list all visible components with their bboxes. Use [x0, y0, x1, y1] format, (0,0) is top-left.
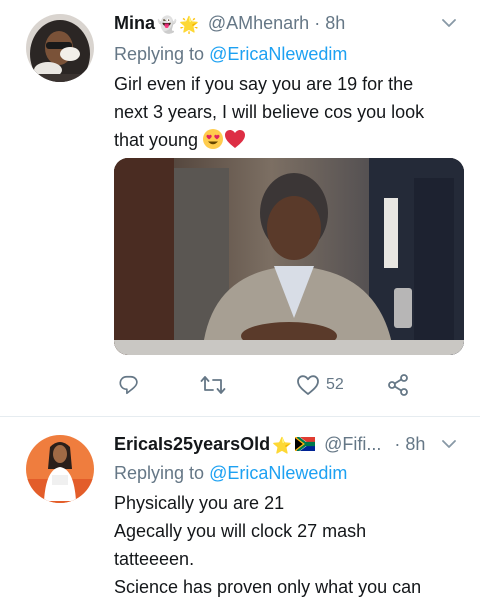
- avatar[interactable]: [26, 14, 94, 82]
- tweet-header: Mina 👻 🌟 @AMhenarh · 8h: [114, 12, 345, 37]
- user-handle[interactable]: @Fifi...: [324, 434, 381, 454]
- tweet-text: Physically you are 21 Agecally you will …: [114, 489, 464, 601]
- timestamp[interactable]: 8h: [405, 434, 425, 454]
- reply-button[interactable]: [118, 372, 146, 398]
- tweet-media-photo[interactable]: [114, 158, 464, 355]
- tweet-card[interactable]: EricaIs25yearsOld ⭐ @Fifi... · 8h Replyin…: [0, 417, 480, 597]
- avatar[interactable]: [26, 435, 94, 503]
- share-icon: [388, 374, 408, 396]
- replying-to: Replying to @EricaNlewedim: [114, 43, 347, 65]
- tweet-text-line: Girl even if you say you are 19 for the: [114, 74, 414, 94]
- photo-image: [114, 158, 464, 355]
- tweet-header: EricaIs25yearsOld ⭐ @Fifi... · 8h: [114, 433, 425, 458]
- retweet-button[interactable]: [200, 372, 232, 398]
- mention-link[interactable]: @EricaNlewedim: [209, 44, 347, 64]
- tweet-text-line: tatteeeen.: [114, 549, 195, 569]
- tweet-card[interactable]: Mina 👻 🌟 @AMhenarh · 8h Replying to @Erica…: [0, 0, 480, 416]
- timestamp[interactable]: 8h: [325, 13, 345, 33]
- tweet-actions: 52: [0, 372, 480, 402]
- tweet-text: Girl even if you say you are 19 for the …: [114, 70, 464, 154]
- replying-to-prefix: Replying to: [114, 463, 210, 483]
- ghost-emoji-icon: 👻: [157, 17, 177, 34]
- tweet-text-line: next 3 years, I will believe cos you loo…: [114, 102, 425, 122]
- replying-to: Replying to @EricaNlewedim: [114, 462, 347, 484]
- replying-to-prefix: Replying to: [114, 44, 210, 64]
- share-button[interactable]: [386, 372, 410, 398]
- red-heart-emoji-icon: [225, 130, 246, 148]
- south-africa-flag-icon: [295, 437, 316, 451]
- display-name[interactable]: EricaIs25yearsOld: [114, 434, 270, 454]
- heart-eyes-emoji-icon: [203, 129, 224, 149]
- like-icon: [297, 375, 319, 395]
- more-chevron-icon[interactable]: [442, 439, 456, 449]
- tweet-text-line: that young: [114, 126, 464, 154]
- tweet-text-line: Agecally you will clock 27 mash: [114, 521, 367, 541]
- reply-icon: [119, 375, 138, 395]
- separator-dot: ·: [314, 13, 321, 33]
- star-emoji-icon: ⭐: [272, 438, 293, 455]
- like-count: 52: [326, 376, 344, 393]
- tweet-text-line: Physically you are 21: [114, 493, 285, 513]
- user-handle[interactable]: @AMhenarh: [208, 13, 309, 33]
- like-button[interactable]: 52: [296, 372, 344, 398]
- mention-link[interactable]: @EricaNlewedim: [209, 463, 347, 483]
- tweet-text-fragment: that young: [114, 130, 199, 150]
- retweet-icon: [200, 376, 226, 394]
- display-name[interactable]: Mina: [114, 13, 155, 33]
- more-chevron-icon[interactable]: [442, 18, 456, 28]
- separator-dot: ·: [394, 434, 401, 454]
- tweet-text-line: Science has proven only what you can: [114, 577, 422, 597]
- glowing-star-emoji-icon: 🌟: [178, 17, 199, 34]
